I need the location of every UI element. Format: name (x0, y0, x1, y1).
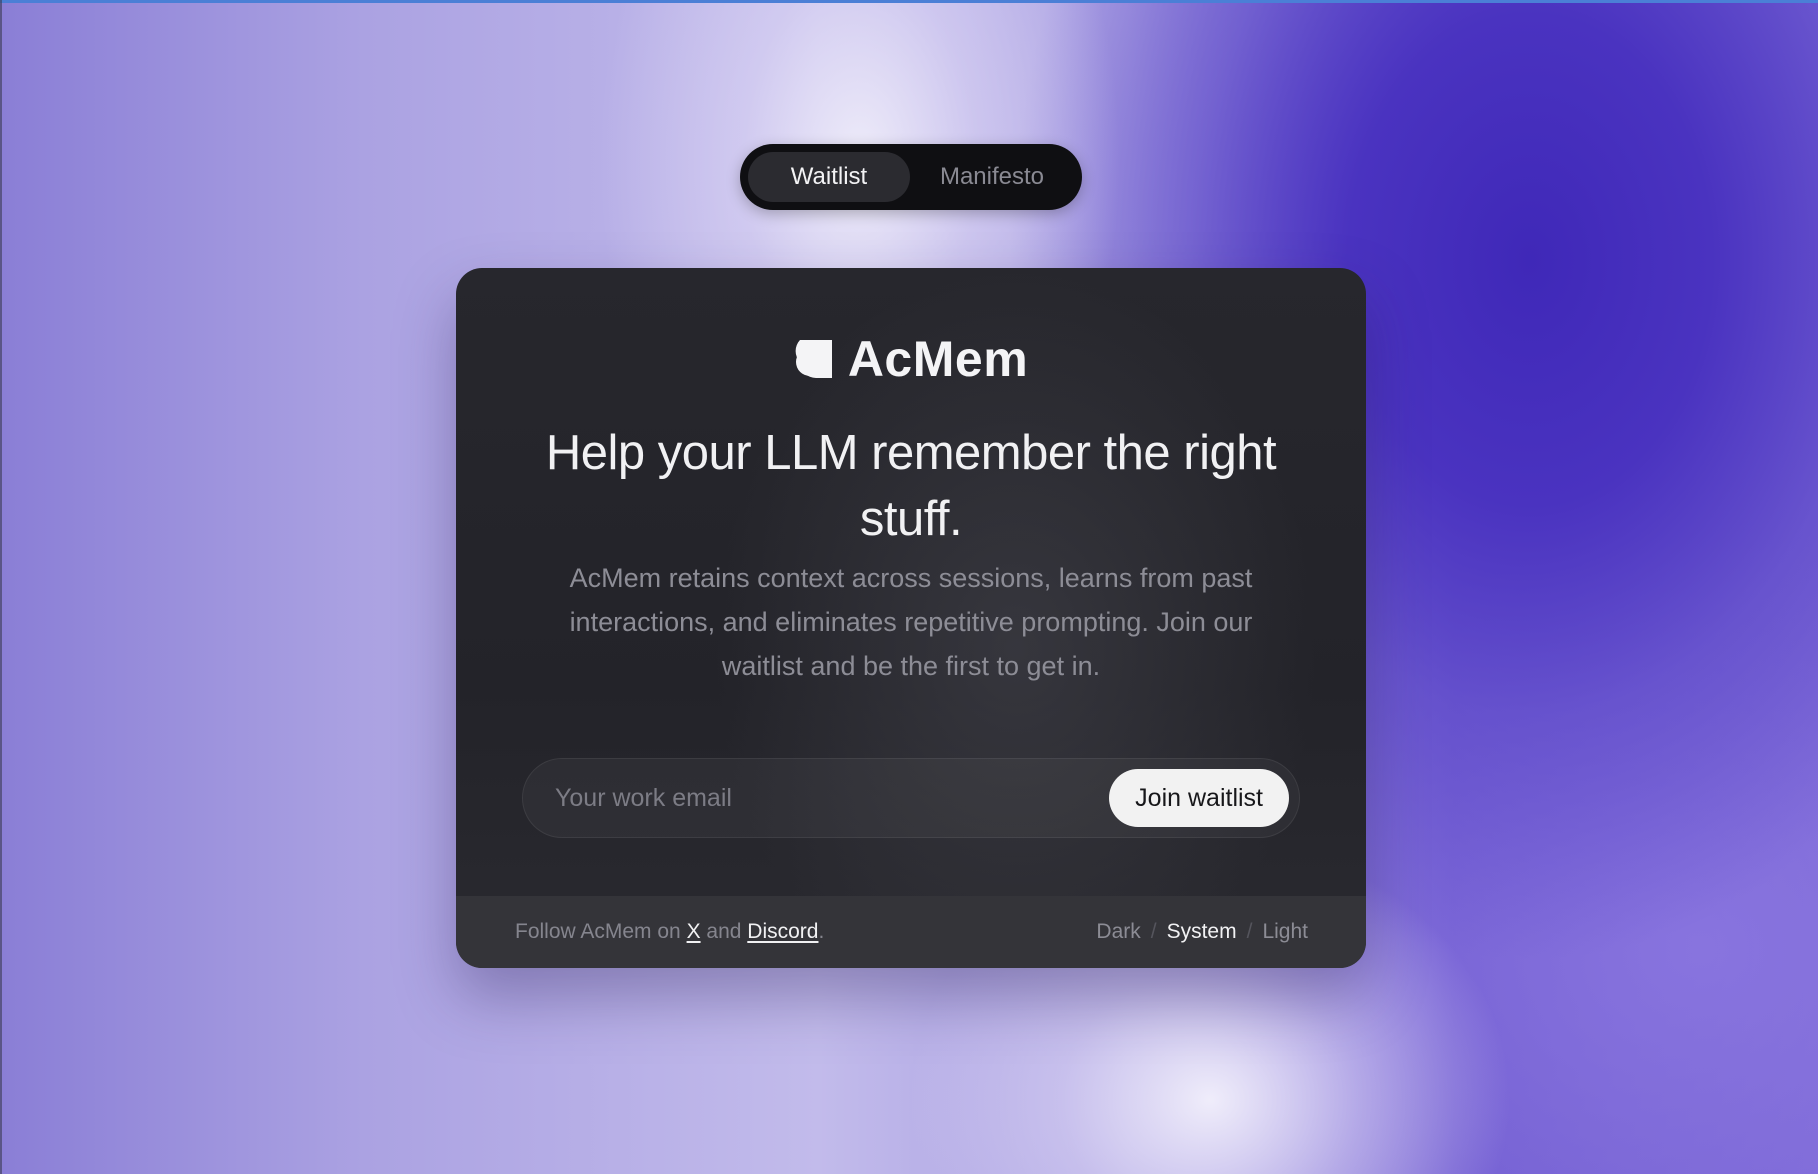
waitlist-card: AcMem Help your LLM remember the right s… (456, 268, 1366, 968)
follow-and: and (700, 920, 748, 943)
theme-separator: / (1246, 920, 1253, 943)
hero-headline: Help your LLM remember the right stuff. (545, 426, 1277, 546)
hero-subtext: AcMem retains context across sessions, l… (569, 563, 1253, 681)
join-waitlist-button[interactable]: Join waitlist (1109, 769, 1289, 827)
acmem-logo-icon (794, 340, 832, 378)
nav-toggle: Waitlist Manifesto (740, 144, 1082, 210)
window-top-border (0, 0, 1818, 3)
tab-manifesto[interactable]: Manifesto (910, 152, 1074, 202)
theme-switcher: Dark / System / Light (1096, 920, 1308, 944)
brand-name: AcMem (847, 331, 1029, 387)
theme-light-option[interactable]: Light (1262, 920, 1308, 944)
x-link[interactable]: X (687, 920, 701, 943)
email-input[interactable] (553, 767, 1110, 829)
tab-waitlist[interactable]: Waitlist (748, 152, 910, 202)
theme-separator: / (1150, 920, 1157, 943)
discord-link[interactable]: Discord (747, 920, 818, 943)
follow-period: . (818, 920, 825, 943)
follow-text: Follow AcMem on X and Discord. (515, 920, 824, 944)
theme-dark-option[interactable]: Dark (1096, 920, 1140, 944)
brand-logo: AcMem (456, 330, 1366, 388)
window-left-border (0, 0, 2, 1174)
card-footer: Follow AcMem on X and Discord. Dark / Sy… (456, 896, 1366, 968)
theme-system-option[interactable]: System (1167, 920, 1237, 944)
waitlist-form: Join waitlist (522, 758, 1300, 838)
follow-prefix: Follow AcMem on (515, 920, 687, 943)
